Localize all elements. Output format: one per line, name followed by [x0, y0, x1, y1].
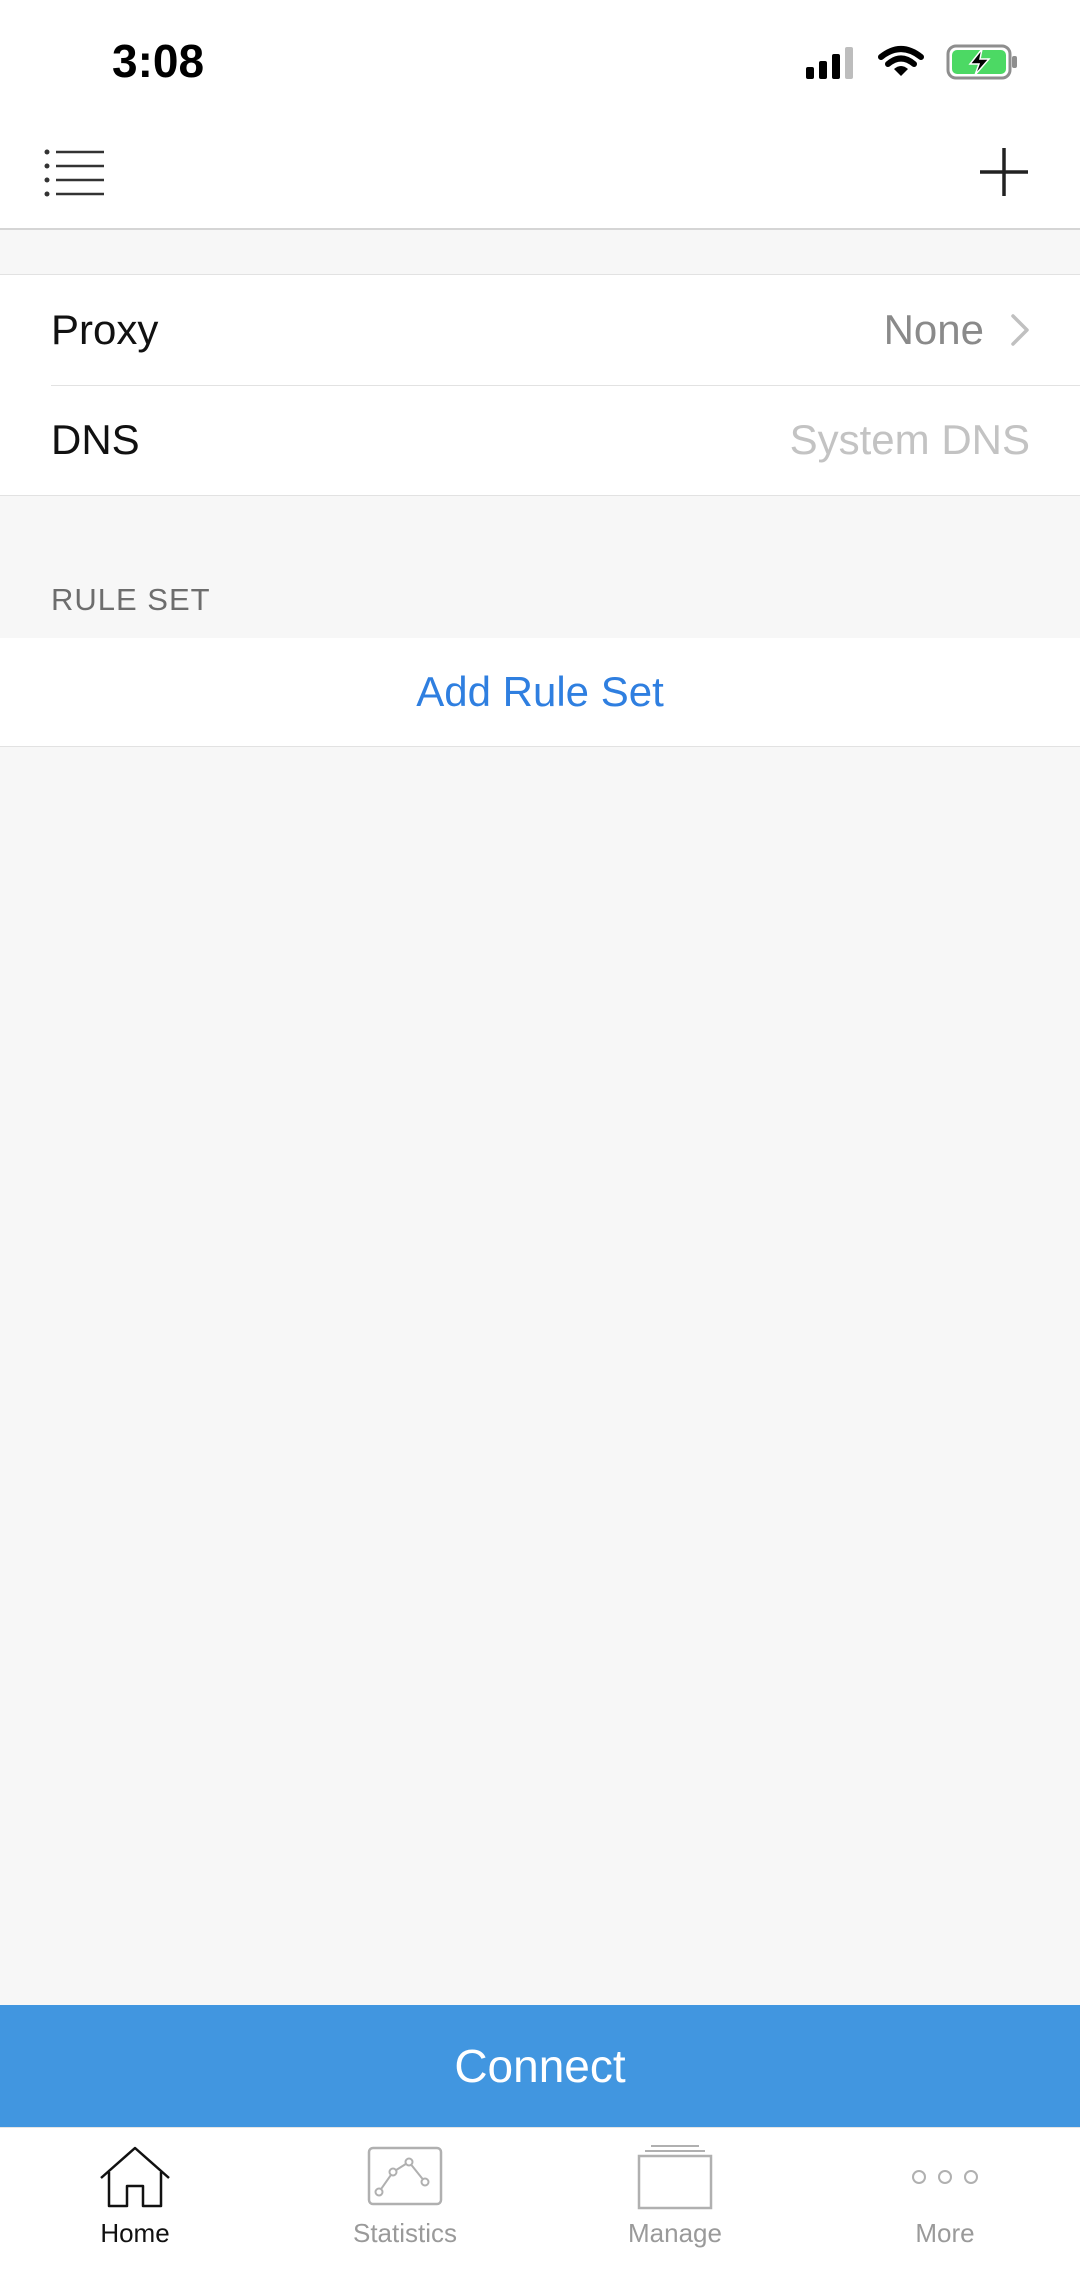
tab-manage[interactable]: Manage: [540, 2128, 810, 2283]
tab-more-label: More: [915, 2218, 975, 2248]
proxy-value: None: [883, 306, 984, 353]
tab-more[interactable]: More: [810, 2128, 1080, 2283]
manage-icon: [637, 2145, 713, 2210]
proxy-label: Proxy: [51, 306, 159, 353]
connect-button[interactable]: Connect: [0, 2005, 1080, 2127]
nav-bar: [0, 120, 1080, 230]
menu-button[interactable]: [44, 144, 108, 204]
connect-label: Connect: [454, 2040, 626, 2092]
signal-icon: [806, 47, 853, 79]
rule-set-header: RULE SET: [51, 582, 211, 617]
chevron-right-icon: [1011, 314, 1029, 346]
home-icon: [100, 2146, 170, 2208]
tab-statistics-label: Statistics: [352, 2218, 458, 2248]
proxy-value-wrap: None: [884, 306, 1030, 354]
tab-home-label: Home: [100, 2218, 170, 2248]
status-bar: 3:08: [0, 0, 1080, 120]
more-icon: [912, 2170, 978, 2184]
add-rule-set-label: Add Rule Set: [416, 668, 664, 715]
wifi-icon: [878, 46, 924, 76]
add-rule-set-button[interactable]: Add Rule Set: [0, 638, 1080, 747]
status-time: 3:08: [112, 35, 205, 87]
dns-value: System DNS: [789, 416, 1030, 463]
status-icons: [806, 42, 1018, 82]
tab-home[interactable]: Home: [0, 2128, 270, 2283]
dns-label: DNS: [51, 416, 140, 463]
proxy-row[interactable]: Proxy None: [0, 275, 1080, 385]
dns-row[interactable]: DNS System DNS: [0, 385, 1080, 495]
tab-bar: Home Statistics Manage More: [0, 2127, 1080, 2283]
plus-icon: [980, 148, 1028, 196]
tab-statistics[interactable]: Statistics: [270, 2128, 540, 2283]
statistics-icon: [367, 2146, 443, 2206]
settings-group: Proxy None DNS System DNS: [0, 274, 1080, 496]
battery-charging-icon: [946, 44, 1017, 80]
add-button[interactable]: [978, 146, 1030, 198]
list-menu-icon: [44, 149, 104, 197]
tab-manage-label: Manage: [628, 2218, 722, 2248]
